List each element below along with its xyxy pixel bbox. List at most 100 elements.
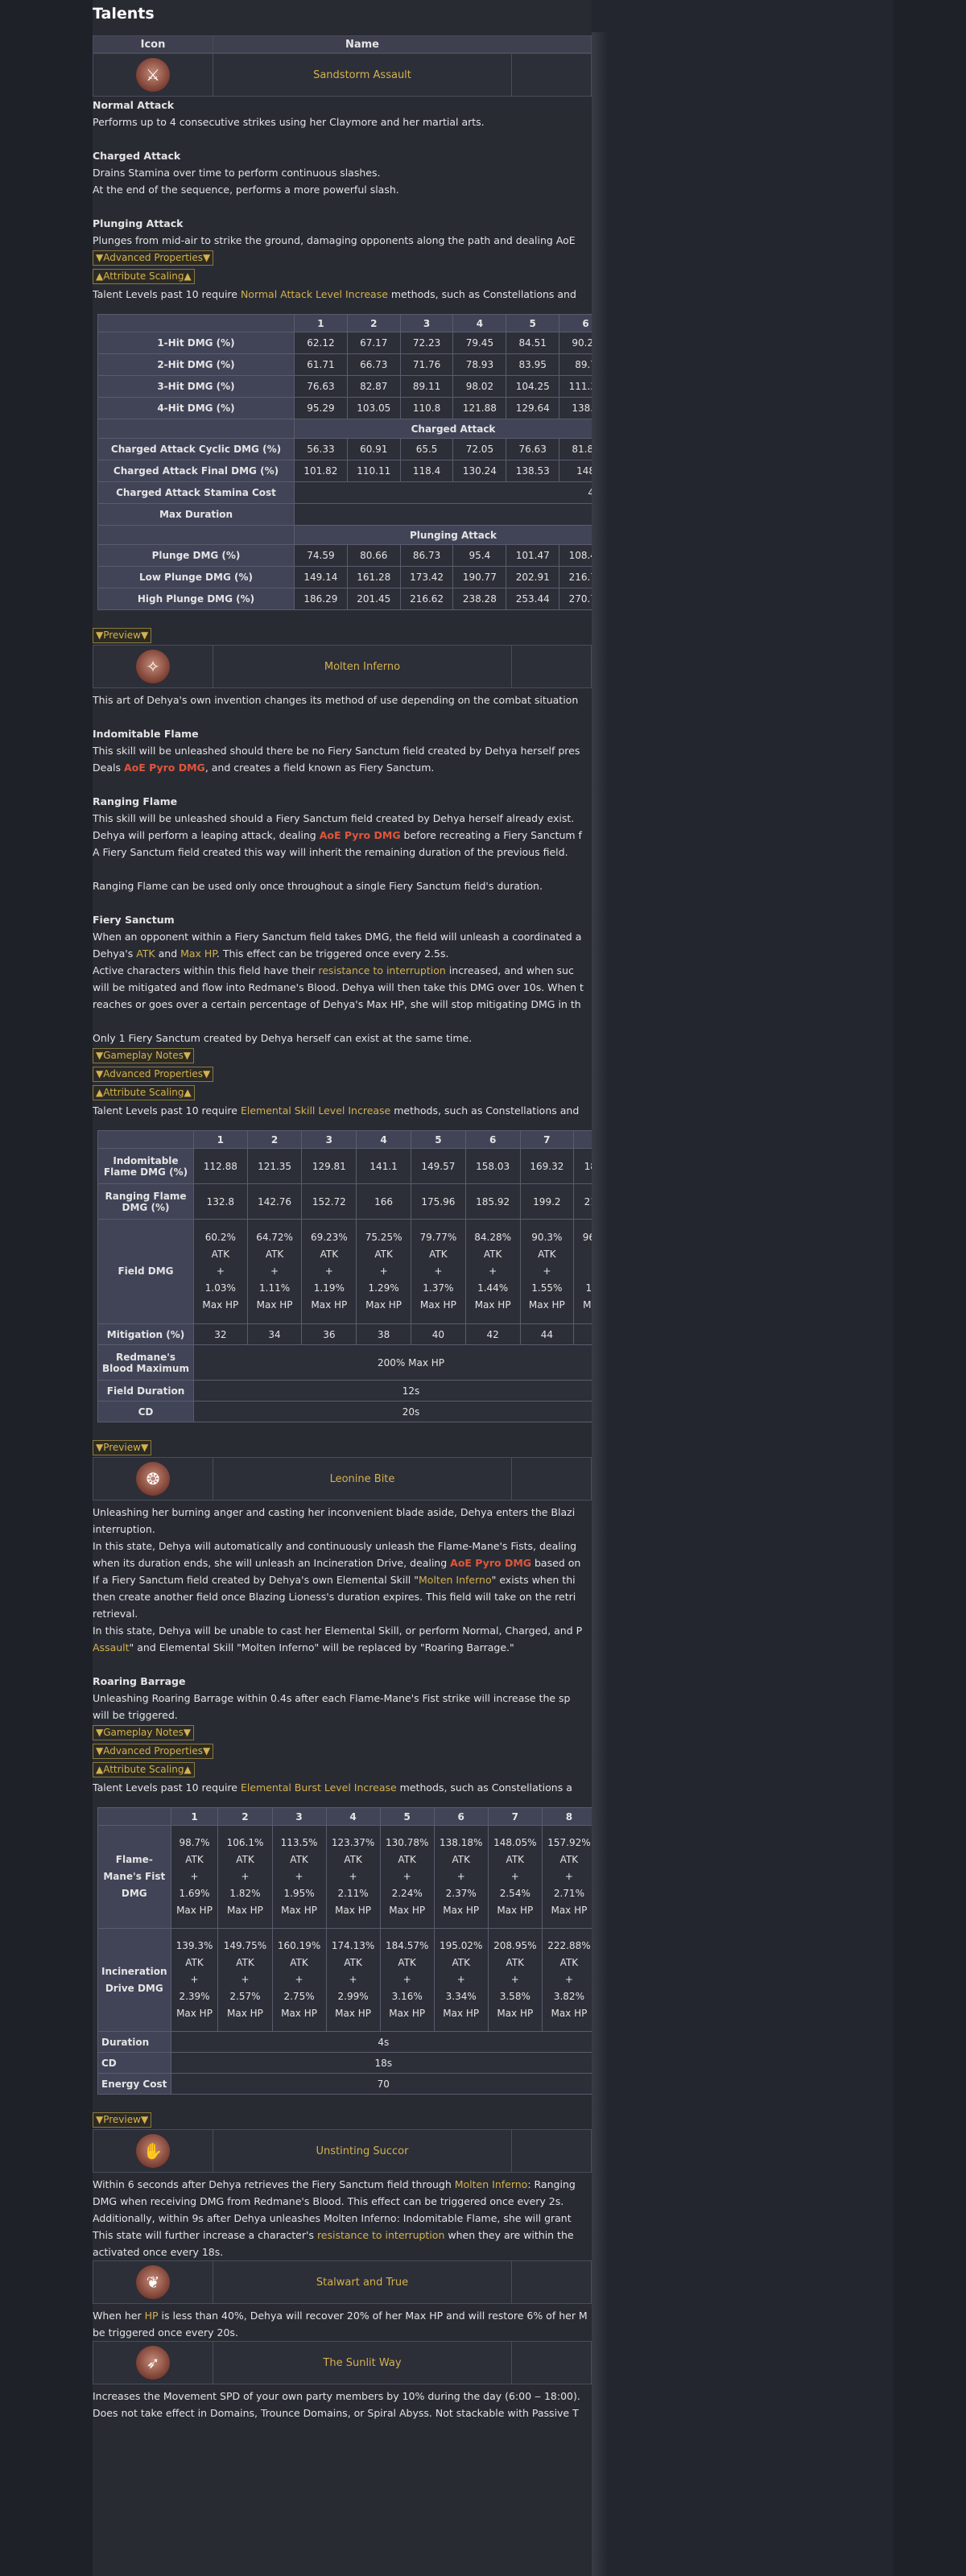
- line-atk-pct: 69.23%: [310, 1232, 348, 1243]
- talent-name[interactable]: Leonine Bite: [213, 1458, 512, 1500]
- left-background: [0, 0, 93, 2576]
- table-row: 2-Hit DMG (%) 61.71 66.73 71.76 78.93 83.95 89…: [97, 353, 592, 376]
- attribute-scaling-toggle[interactable]: ▲Attribute Scaling▲: [93, 269, 195, 284]
- interruption-link[interactable]: resistance to interruption: [317, 2229, 444, 2241]
- preview-toggle[interactable]: ▼Preview▼: [93, 2112, 152, 2128]
- advanced-properties-toggle[interactable]: ▼Advanced Properties▼: [93, 1067, 214, 1082]
- table-cell: 18s: [170, 2052, 592, 2074]
- line-plus: +: [564, 1974, 573, 1985]
- table-cell: 3: [399, 314, 454, 332]
- table-cell: 3-Hit DMG (%): [97, 375, 295, 398]
- line-atk-pct: 98.7%: [179, 1837, 210, 1848]
- table-cell: 98.02: [452, 375, 507, 398]
- preview-toggle[interactable]: ▼Preview▼: [93, 1440, 152, 1455]
- table-row: Charged Attack Final DMG (%) 101.82 110.11…: [97, 460, 592, 482]
- table-row: Duration 4s: [97, 2031, 592, 2053]
- table-cell: 6: [559, 314, 592, 332]
- table-cell: High Plunge DMG (%): [97, 588, 295, 610]
- atk-link[interactable]: ATK: [136, 947, 155, 960]
- talent-name[interactable]: Molten Inferno: [213, 646, 512, 687]
- table-cell: and: [155, 947, 181, 960]
- lion-icon: ❂: [136, 1462, 170, 1496]
- table-cell: when its duration ends, she will unleash…: [93, 1557, 451, 1569]
- line-plus: +: [270, 1265, 279, 1277]
- sandstorm-assault-link[interactable]: Assault: [93, 1641, 130, 1653]
- table-cell: 166: [356, 1183, 411, 1220]
- line-atk-pct: 160.19%: [277, 1940, 321, 1951]
- level-increase-link[interactable]: Normal Attack Level Increase: [241, 288, 388, 300]
- interruption-link[interactable]: resistance to interruption: [318, 964, 445, 976]
- line-maxhp: Max HP: [281, 2008, 317, 2019]
- talent-name[interactable]: Unstinting Succor: [213, 2130, 512, 2172]
- max-hp-link[interactable]: Max HP: [180, 947, 217, 960]
- line-atk-pct: 64.72%: [256, 1232, 293, 1243]
- table-cell: 38: [356, 1323, 411, 1345]
- gameplay-notes-toggle[interactable]: ▼Gameplay Notes▼: [93, 1048, 195, 1063]
- line-atk: ATK: [559, 1957, 579, 1968]
- line-hp-pct: 2.57%: [229, 1991, 261, 2002]
- table-cell: 169.32: [519, 1148, 575, 1184]
- line-maxhp: Max HP: [202, 1299, 239, 1311]
- table-row: Plunge DMG (%) 74.59 80.66 86.73 95.4 101.47 1…: [97, 544, 592, 567]
- table-cell: 138.5: [559, 397, 592, 419]
- table-cell: Ranging Flame: [93, 795, 178, 807]
- plunging-attack-title: Plunging Attack: [93, 217, 184, 229]
- line-atk-pct: 113.5%: [280, 1837, 318, 1848]
- table-cell: 152.72: [301, 1183, 357, 1220]
- line-atk-pct: 123.37%: [331, 1837, 375, 1848]
- table-cell: 1: [193, 1130, 248, 1149]
- icon-column-header: Icon: [93, 36, 213, 52]
- table-cell: " and Elemental Skill "Molten Inferno" w…: [129, 1641, 514, 1653]
- table-cell: 185.92: [464, 1183, 521, 1220]
- table-cell: Only 1 Fiery Sanctum created by Dehya he…: [93, 1032, 473, 1044]
- level-increase-link[interactable]: Elemental Skill Level Increase: [241, 1104, 390, 1117]
- talent-name[interactable]: Stalwart and True: [213, 2261, 512, 2303]
- table-cell: 3: [271, 1807, 327, 1826]
- line-plus: +: [379, 1265, 388, 1277]
- scaling-cell: 174.13% ATK +2.99% Max HP: [325, 1928, 381, 2032]
- table-cell: 2-Hit DMG (%): [97, 353, 295, 376]
- flame-sigil-icon: ✧: [136, 650, 170, 683]
- normal-attack-title: Normal Attack: [93, 99, 175, 111]
- table-cell: 253.44: [506, 588, 560, 610]
- advanced-properties-toggle[interactable]: ▼Advanced Properties▼: [93, 250, 214, 266]
- line-atk: ATK: [483, 1249, 502, 1260]
- line-plus: +: [295, 1871, 303, 1882]
- plunging-attack-section-header: Plunging Attack: [294, 525, 592, 545]
- table-cell: Additionally, within 9s after Dehya unle…: [93, 2212, 572, 2224]
- table-row: Field Duration 12s: [97, 1380, 592, 1402]
- table-cell: Charged Attack Stamina Cost: [97, 481, 295, 504]
- talent-name[interactable]: Sandstorm Assault: [213, 54, 512, 96]
- line-atk: ATK: [236, 1854, 254, 1865]
- table-cell: 7: [487, 1807, 543, 1826]
- advanced-properties-toggle[interactable]: ▼Advanced Properties▼: [93, 1744, 214, 1759]
- attribute-scaling-toggle[interactable]: ▲Attribute Scaling▲: [93, 1762, 195, 1777]
- table-row: 4-Hit DMG (%) 95.29 103.05 110.8 121.88 129.6…: [97, 397, 592, 419]
- gameplay-notes-toggle[interactable]: ▼Gameplay Notes▼: [93, 1725, 195, 1740]
- molten-inferno-link[interactable]: Molten Inferno: [419, 1574, 492, 1586]
- line-hp-pct: 1.69%: [179, 1888, 210, 1899]
- table-cell: increased, and when suc: [445, 964, 574, 976]
- line-atk: ATK: [211, 1249, 230, 1260]
- line-atk: ATK: [538, 1249, 556, 1260]
- attribute-scaling-toggle[interactable]: ▲Attribute Scaling▲: [93, 1085, 195, 1100]
- table-cell: 103.05: [346, 397, 401, 419]
- line-plus: +: [564, 1871, 573, 1882]
- hand-shield-icon: ✋: [136, 2134, 170, 2168]
- line-atk-pct: 130.78%: [385, 1837, 429, 1848]
- scaling-cell: 149.75% ATK +2.57% Max HP: [217, 1928, 273, 2032]
- table-cell: This state will further increase a chara…: [93, 2229, 317, 2241]
- table-cell: Ranging Flame can be used only once thro…: [93, 880, 543, 892]
- molten-inferno-link[interactable]: Molten Inferno: [455, 2178, 528, 2190]
- line-atk-pct: 157.92%: [547, 1837, 591, 1848]
- hp-link[interactable]: HP: [145, 2310, 159, 2322]
- table-cell: 201.45: [346, 588, 401, 610]
- level-increase-link[interactable]: Elemental Burst Level Increase: [241, 1781, 397, 1794]
- table-cell: Max Duration: [97, 503, 295, 526]
- preview-toggle[interactable]: ▼Preview▼: [93, 628, 152, 643]
- line-plus: +: [349, 1974, 357, 1985]
- table-cell: reaches or goes over a certain percentag…: [93, 998, 581, 1010]
- line-hp-pct: 2.37%: [445, 1888, 477, 1899]
- table-cell: This skill will be unleashed should a Fi…: [93, 812, 575, 824]
- talent-name[interactable]: The Sunlit Way: [213, 2342, 512, 2384]
